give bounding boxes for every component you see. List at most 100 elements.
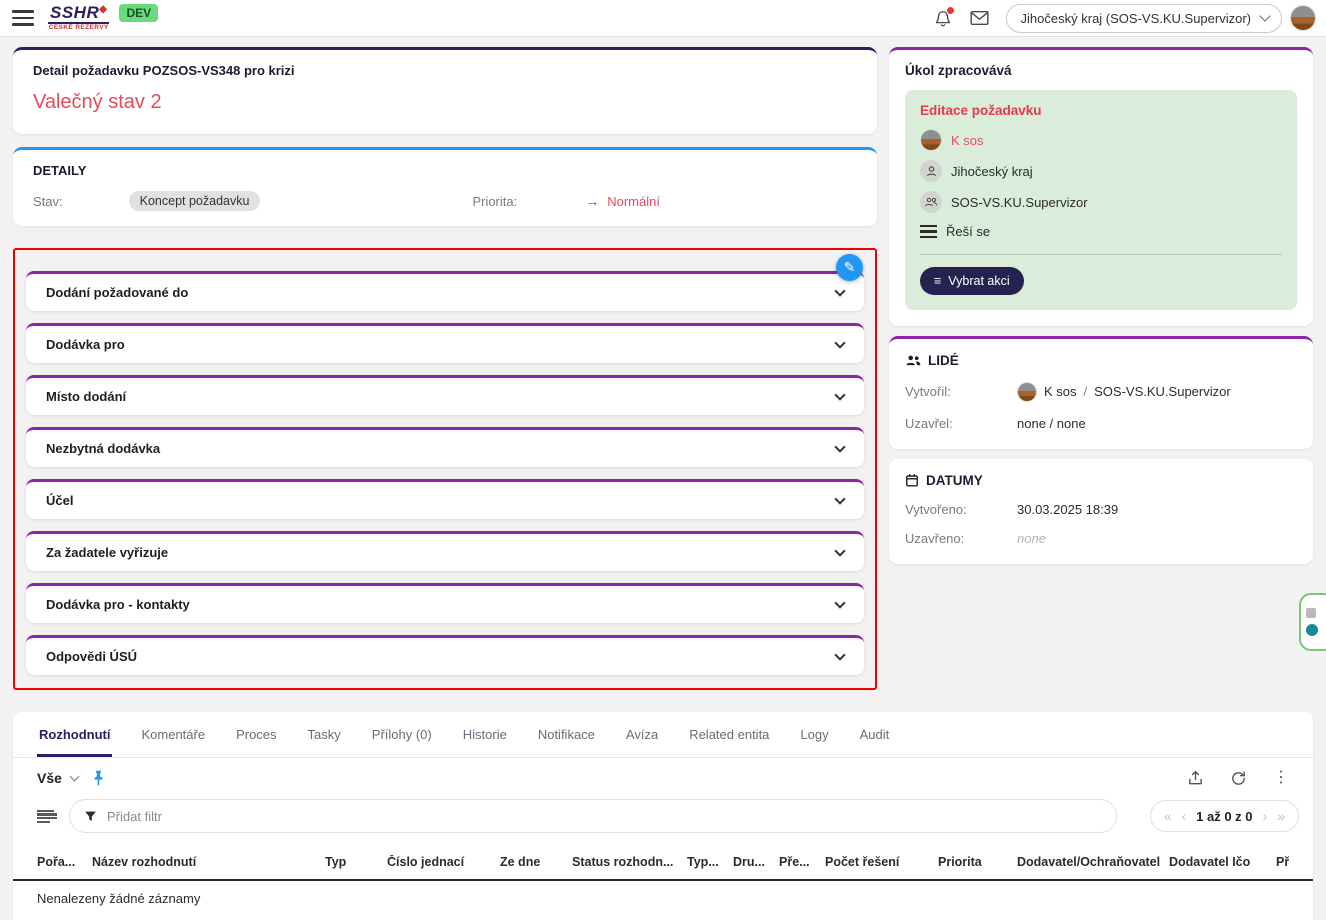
tab-bar: Rozhodnutí Komentáře Proces Tasky Příloh… bbox=[13, 712, 1313, 758]
closed-by-label: Uzavřel: bbox=[905, 416, 1017, 431]
view-select[interactable]: Vše bbox=[37, 770, 78, 786]
menu-icon[interactable] bbox=[12, 6, 34, 30]
column-header-ze-dne[interactable]: Ze dne bbox=[500, 855, 572, 869]
pin-icon[interactable] bbox=[92, 770, 105, 786]
column-header-dodavatel-ico[interactable]: Dodavatel Ičo bbox=[1169, 855, 1276, 869]
task-user-name[interactable]: K sos bbox=[951, 133, 984, 148]
task-role: SOS-VS.KU.Supervizor bbox=[951, 195, 1088, 210]
grid-toolbar: Vše ⋮ bbox=[13, 758, 1313, 791]
column-header-pocet-reseni[interactable]: Počet řešení bbox=[825, 855, 938, 869]
details-heading: DETAILY bbox=[33, 163, 857, 178]
active-task-panel: Editace požadavku K sos Jihočeský kraj S… bbox=[905, 90, 1297, 310]
column-settings-icon[interactable] bbox=[37, 808, 57, 824]
column-header-typ[interactable]: Typ bbox=[325, 855, 387, 869]
column-header-nazev-rozhodnuti[interactable]: Název rozhodnutí bbox=[92, 855, 325, 869]
dates-card: DATUMY Vytvořeno: 30.03.2025 18:39 Uzavř… bbox=[889, 459, 1313, 564]
task-user-avatar bbox=[920, 129, 942, 151]
request-detail-label: Detail požadavku POZSOS-VS348 pro krizi bbox=[33, 63, 857, 78]
column-header-status-rozhodnuti[interactable]: Status rozhodn... bbox=[572, 855, 687, 869]
status-lines-icon bbox=[920, 222, 937, 241]
page-last-button[interactable]: » bbox=[1277, 808, 1285, 824]
column-header-druh[interactable]: Dru... bbox=[733, 855, 779, 869]
page-prev-button[interactable]: ‹ bbox=[1181, 808, 1186, 824]
column-header-poradi[interactable]: Pořa... bbox=[37, 855, 92, 869]
main-content: Detail požadavku POZSOS-VS348 pro krizi … bbox=[0, 37, 1326, 690]
widget-icon-bottom bbox=[1306, 624, 1318, 636]
closed-at-label: Uzavřeno: bbox=[905, 531, 1017, 546]
group-icon bbox=[920, 191, 942, 213]
column-header-dodavatel-ochranovatel[interactable]: Dodavatel/Ochraňovatel bbox=[1017, 855, 1169, 869]
column-header-prilohy[interactable]: Příloh bbox=[1276, 855, 1289, 869]
closed-by-value: none / none bbox=[1017, 416, 1086, 431]
tab-aviza[interactable]: Avíza bbox=[624, 712, 660, 757]
creator-name[interactable]: K sos bbox=[1044, 384, 1077, 399]
select-action-button[interactable]: ≡ Vybrat akci bbox=[920, 267, 1024, 295]
right-column: Úkol zpracovává Editace požadavku K sos … bbox=[889, 47, 1313, 564]
tab-komentare[interactable]: Komentáře bbox=[139, 712, 207, 757]
env-badge: DEV bbox=[119, 4, 158, 22]
accordion-nezbytna-dodavka[interactable]: Nezbytná dodávka bbox=[26, 427, 864, 467]
chevron-down-icon bbox=[834, 493, 845, 504]
accordion-odpovedi-usu[interactable]: Odpovědi ÚSÚ bbox=[26, 635, 864, 675]
priorita-label: Priorita: bbox=[472, 194, 517, 209]
tab-rozhodnuti[interactable]: Rozhodnutí bbox=[37, 712, 112, 757]
user-avatar[interactable] bbox=[1290, 5, 1316, 31]
tab-audit[interactable]: Audit bbox=[858, 712, 892, 757]
tab-related-entita[interactable]: Related entita bbox=[687, 712, 771, 757]
chevron-down-icon bbox=[834, 285, 845, 296]
created-by-label: Vytvořil: bbox=[905, 384, 1017, 399]
chevron-down-icon bbox=[834, 389, 845, 400]
bottom-panel: Rozhodnutí Komentáře Proces Tasky Příloh… bbox=[13, 712, 1313, 920]
request-title-card: Detail požadavku POZSOS-VS348 pro krizi … bbox=[13, 47, 877, 134]
app-logo[interactable]: SSHR◆ ČESKÉ REZERVY bbox=[48, 4, 109, 32]
closed-at-value: none bbox=[1017, 531, 1046, 546]
page-next-button[interactable]: › bbox=[1263, 808, 1268, 824]
column-header-typ2[interactable]: Typ... bbox=[687, 855, 733, 869]
menu-lines-icon: ≡ bbox=[934, 274, 941, 288]
pencil-icon: ✎ bbox=[844, 259, 856, 276]
tab-historie[interactable]: Historie bbox=[461, 712, 509, 757]
people-icon bbox=[905, 354, 921, 367]
tab-logy[interactable]: Logy bbox=[798, 712, 830, 757]
export-icon[interactable] bbox=[1187, 769, 1204, 787]
page-first-button[interactable]: « bbox=[1164, 808, 1172, 824]
logo-text: SSHR◆ bbox=[48, 4, 109, 24]
tab-tasky[interactable]: Tasky bbox=[306, 712, 343, 757]
accordion-dodavka-pro[interactable]: Dodávka pro bbox=[26, 323, 864, 363]
tab-prilohy[interactable]: Přílohy (0) bbox=[370, 712, 434, 757]
accordion-za-zadatele-vyrizuje[interactable]: Za žadatele vyřizuje bbox=[26, 531, 864, 571]
messages-envelope-icon[interactable] bbox=[970, 10, 989, 26]
floating-tools-widget[interactable] bbox=[1299, 593, 1326, 651]
column-header-pre[interactable]: Pře... bbox=[779, 855, 825, 869]
stav-label: Stav: bbox=[33, 194, 63, 209]
more-options-kebab-icon[interactable]: ⋮ bbox=[1273, 770, 1289, 786]
role-select-value: Jihočeský kraj (SOS-VS.KU.Supervizor) bbox=[1021, 11, 1251, 26]
accordion-dodani-pozadovane-do[interactable]: Dodání požadované do bbox=[26, 271, 864, 311]
column-header-priorita[interactable]: Priorita bbox=[938, 855, 1017, 869]
divider bbox=[920, 254, 1282, 255]
tab-proces[interactable]: Proces bbox=[234, 712, 278, 757]
filter-pill bbox=[69, 799, 1117, 833]
priority-value: Normální bbox=[607, 194, 660, 209]
task-card-heading: Úkol zpracovává bbox=[905, 63, 1297, 78]
refresh-icon[interactable] bbox=[1230, 770, 1247, 787]
accordion-ucel[interactable]: Účel bbox=[26, 479, 864, 519]
status-badge: Koncept požadavku bbox=[129, 191, 261, 211]
column-header-cislo-jednaci[interactable]: Číslo jednací bbox=[387, 855, 500, 869]
empty-records-message: Nenalezeny žádné záznamy bbox=[13, 881, 1313, 920]
filter-row: « ‹ 1 až 0 z 0 › » bbox=[13, 791, 1313, 843]
people-heading: LIDÉ bbox=[928, 353, 959, 368]
accordion-dodavka-pro-kontakty[interactable]: Dodávka pro - kontakty bbox=[26, 583, 864, 623]
dates-heading: DATUMY bbox=[926, 473, 983, 488]
accordion-misto-dodani[interactable]: Místo dodání bbox=[26, 375, 864, 415]
chevron-down-icon bbox=[1259, 10, 1270, 21]
chevron-down-icon bbox=[834, 545, 845, 556]
role-context-select[interactable]: Jihočeský kraj (SOS-VS.KU.Supervizor) bbox=[1006, 4, 1282, 33]
notifications-bell-icon[interactable] bbox=[934, 9, 952, 28]
calendar-icon bbox=[905, 473, 919, 487]
tab-notifikace[interactable]: Notifikace bbox=[536, 712, 597, 757]
edit-pencil-button[interactable]: ✎ bbox=[836, 254, 863, 281]
chevron-down-icon bbox=[69, 771, 79, 781]
filter-input[interactable] bbox=[107, 809, 1102, 824]
task-org: Jihočeský kraj bbox=[951, 164, 1033, 179]
